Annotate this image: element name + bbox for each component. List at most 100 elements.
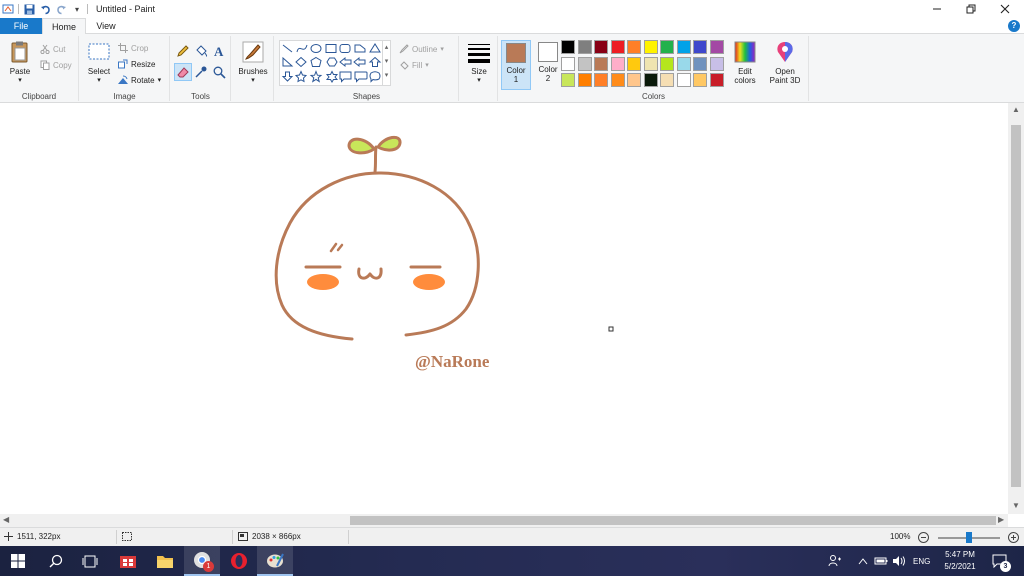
resize-handle[interactable] <box>608 326 614 332</box>
zoom-in-icon[interactable] <box>1008 532 1019 543</box>
pencil-icon[interactable] <box>176 44 190 58</box>
start-button[interactable] <box>0 546 36 576</box>
edit-colors-button[interactable]: Edit colors <box>731 40 759 85</box>
palette-swatch[interactable] <box>660 56 674 71</box>
vertical-scroll-thumb[interactable] <box>1011 125 1021 487</box>
redo-icon[interactable] <box>55 3 67 15</box>
palette-swatch[interactable] <box>709 40 724 54</box>
five-point-star-shape-icon[interactable] <box>309 70 323 83</box>
palette-swatch[interactable] <box>594 40 608 54</box>
arrow-down-shape-icon[interactable] <box>281 71 294 82</box>
hexagon-shape-icon[interactable] <box>326 57 338 67</box>
shapes-scroll[interactable]: ▴ ▾ ▾ <box>382 41 390 85</box>
taskbar-app-store[interactable] <box>110 546 146 576</box>
paste-button[interactable]: Paste ▾ <box>6 40 34 84</box>
palette-swatch[interactable] <box>643 40 658 54</box>
undo-icon[interactable] <box>39 3 51 15</box>
palette-swatch[interactable] <box>627 73 641 87</box>
palette-swatch[interactable] <box>676 40 691 54</box>
language-indicator[interactable]: ENG <box>913 546 930 576</box>
cut-button[interactable]: Cut <box>40 42 65 56</box>
four-point-star-shape-icon[interactable] <box>294 70 308 83</box>
fill-button[interactable]: Fill ▾ <box>399 58 429 72</box>
palette-swatch[interactable] <box>627 40 641 54</box>
clock[interactable]: 5:47 PM 5/2/2021 <box>936 549 984 573</box>
palette-swatch[interactable] <box>693 73 707 87</box>
scroll-right-icon[interactable]: ▶ <box>998 515 1004 524</box>
scroll-down-icon[interactable]: ▼ <box>1012 501 1020 510</box>
vertical-scrollbar[interactable]: ▲ ▼ <box>1008 103 1024 514</box>
triangle-shape-icon[interactable] <box>369 43 381 53</box>
save-icon[interactable] <box>23 3 35 15</box>
palette-swatch[interactable] <box>709 56 724 71</box>
polygon-shape-icon[interactable] <box>354 44 366 53</box>
paint-app-icon[interactable] <box>2 3 14 15</box>
search-button[interactable] <box>38 546 74 576</box>
palette-swatch[interactable] <box>643 56 658 71</box>
palette-swatch[interactable] <box>610 40 625 54</box>
customize-toolbar-icon[interactable]: ▾ <box>71 3 83 15</box>
palette-swatch[interactable] <box>709 73 724 87</box>
rect-callout-shape-icon[interactable] <box>339 71 352 83</box>
horizontal-scroll-thumb[interactable] <box>350 516 996 525</box>
arrow-left-shape-icon[interactable] <box>353 56 366 68</box>
palette-swatch[interactable] <box>676 56 691 71</box>
minimize-button[interactable] <box>920 0 954 18</box>
taskbar-opera[interactable] <box>221 546 257 576</box>
color-picker-icon[interactable] <box>194 65 208 79</box>
rounded-rectangle-shape-icon[interactable] <box>339 44 351 53</box>
palette-swatch[interactable] <box>577 40 592 54</box>
diamond-shape-icon[interactable] <box>295 56 307 68</box>
palette-swatch[interactable] <box>693 40 707 54</box>
palette-swatch[interactable] <box>561 73 575 87</box>
six-point-star-shape-icon[interactable] <box>325 70 339 83</box>
show-hidden-icons[interactable] <box>858 546 868 576</box>
palette-swatch[interactable] <box>660 73 674 87</box>
drawing-canvas[interactable]: @NaRone <box>0 103 1008 514</box>
palette-swatch[interactable] <box>594 56 608 71</box>
zoom-out-icon[interactable] <box>918 532 929 543</box>
close-button[interactable] <box>988 0 1022 18</box>
horizontal-scrollbar[interactable]: ◀ ▶ <box>0 514 1008 527</box>
open-paint3d-button[interactable]: Open Paint 3D <box>767 40 803 85</box>
curve-shape-icon[interactable] <box>296 44 308 53</box>
fill-bucket-icon[interactable] <box>194 44 208 58</box>
tab-file[interactable]: File <box>0 18 42 34</box>
arrow-up-shape-icon[interactable] <box>368 56 382 67</box>
palette-swatch[interactable] <box>577 73 592 87</box>
tab-home[interactable]: Home <box>42 18 86 35</box>
palette-swatch[interactable] <box>643 73 658 87</box>
crop-button[interactable]: Crop <box>118 41 148 55</box>
taskbar-chrome[interactable]: 1 <box>184 546 220 576</box>
zoom-slider-thumb[interactable] <box>966 532 972 543</box>
scroll-left-icon[interactable]: ◀ <box>3 515 9 524</box>
people-icon[interactable] <box>828 546 842 576</box>
brushes-button[interactable]: Brushes ▾ <box>236 40 270 84</box>
help-icon[interactable]: ? <box>1008 20 1020 32</box>
eraser-button[interactable] <box>174 63 192 81</box>
size-button[interactable]: Size ▾ <box>464 40 494 84</box>
oval-shape-icon[interactable] <box>310 44 322 53</box>
rectangle-shape-icon[interactable] <box>325 44 337 53</box>
volume-icon[interactable] <box>892 546 906 576</box>
color-2-button[interactable]: Color 2 <box>533 40 563 90</box>
resize-button[interactable]: Resize <box>118 57 155 71</box>
palette-swatch[interactable] <box>561 40 575 54</box>
outline-button[interactable]: Outline ▾ <box>399 42 444 56</box>
palette-swatch[interactable] <box>561 56 575 71</box>
text-tool-icon[interactable]: A <box>212 44 226 58</box>
palette-swatch[interactable] <box>627 56 641 71</box>
palette-swatch[interactable] <box>660 40 674 54</box>
palette-swatch[interactable] <box>577 56 592 71</box>
battery-icon[interactable] <box>874 546 888 576</box>
oval-callout-shape-icon[interactable] <box>369 71 381 83</box>
rounded-callout-shape-icon[interactable] <box>354 71 368 83</box>
color-1-button[interactable]: Color 1 <box>501 40 531 90</box>
pentagon-shape-icon[interactable] <box>310 56 322 67</box>
palette-swatch[interactable] <box>693 56 707 71</box>
palette-swatch[interactable] <box>676 73 691 87</box>
palette-swatch[interactable] <box>594 73 608 87</box>
palette-swatch[interactable] <box>610 73 625 87</box>
select-button[interactable]: Select ▾ <box>84 40 114 84</box>
arrow-right-shape-icon[interactable] <box>339 56 352 68</box>
